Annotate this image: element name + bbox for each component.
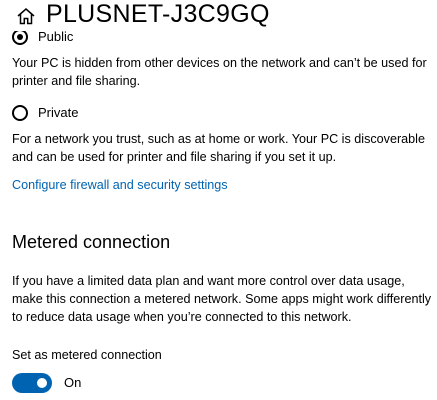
configure-firewall-link[interactable]: Configure firewall and security settings [12,176,228,194]
radio-public-label: Public [38,29,74,44]
network-properties-page: Public PLUSNET-J3C9GQ Your PC is hidden … [0,0,437,400]
radio-private[interactable]: Private [12,105,78,121]
public-description: Your PC is hidden from other devices on … [12,56,427,88]
radio-public[interactable]: Public [12,29,73,45]
radio-circle-unchecked[interactable] [12,105,28,121]
radio-circle-checked[interactable] [12,29,28,45]
home-icon[interactable] [16,6,36,26]
toggle-switch[interactable] [12,373,52,393]
toggle-knob [37,378,47,388]
radio-private-label: Private [38,105,79,120]
toggle-state-label: On [64,375,82,390]
metered-connection-heading: Metered connection [12,232,171,252]
page-header: PLUSNET-J3C9GQ [0,0,437,31]
metered-toggle-title: Set as metered connection [12,348,162,362]
private-description: For a network you trust, such as at home… [12,132,425,164]
metered-toggle[interactable]: On [12,373,81,393]
metered-description: If you have a limited data plan and want… [12,274,432,324]
page-title: PLUSNET-J3C9GQ [46,0,270,28]
